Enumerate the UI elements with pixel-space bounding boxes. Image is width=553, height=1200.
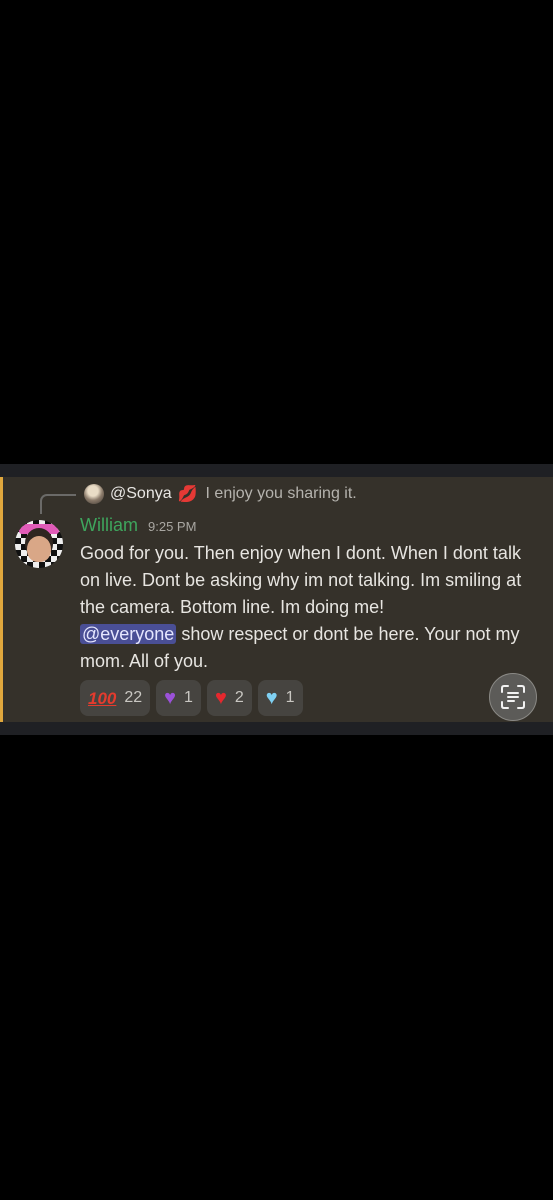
avatar[interactable] bbox=[15, 520, 63, 568]
text-scan-icon bbox=[501, 685, 525, 709]
reaction-count: 22 bbox=[124, 689, 143, 706]
purple-heart-icon: ♥ bbox=[164, 687, 177, 709]
reply-author[interactable]: @Sonya bbox=[110, 485, 172, 503]
reaction-count: 2 bbox=[234, 689, 244, 706]
kiss-mark-icon: 💋 bbox=[177, 486, 198, 503]
reaction-purple-heart[interactable]: ♥ 1 bbox=[156, 680, 201, 716]
message-header: William 9:25 PM bbox=[80, 515, 196, 536]
reaction-count: 1 bbox=[184, 689, 193, 706]
reaction-hundred[interactable]: 100 22 bbox=[80, 680, 151, 716]
message-author[interactable]: William bbox=[80, 515, 138, 536]
reactions-bar: 100 22 ♥ 1 ♥ 2 ♥ 1 bbox=[80, 680, 303, 716]
everyone-mention[interactable]: @everyone bbox=[80, 624, 177, 644]
message-content: Good for you. Then enjoy when I dont. Wh… bbox=[80, 540, 530, 675]
light-blue-heart-icon: ♥ bbox=[265, 687, 278, 709]
message-timestamp: 9:25 PM bbox=[148, 519, 197, 534]
mention-highlight-bar bbox=[0, 477, 3, 722]
reaction-red-heart[interactable]: ♥ 2 bbox=[206, 680, 252, 716]
reaction-light-blue-heart[interactable]: ♥ 1 bbox=[257, 680, 303, 716]
message-item[interactable]: @Sonya 💋 I enjoy you sharing it. William… bbox=[0, 477, 553, 722]
text-scan-button[interactable] bbox=[489, 673, 537, 721]
red-heart-icon: ♥ bbox=[214, 687, 227, 709]
reply-preview-text[interactable]: I enjoy you sharing it. bbox=[206, 485, 357, 503]
message-text: Good for you. Then enjoy when I dont. Wh… bbox=[80, 543, 522, 617]
top-divider-strip bbox=[0, 464, 553, 477]
reply-avatar[interactable] bbox=[84, 484, 104, 504]
reaction-count: 1 bbox=[285, 689, 295, 706]
bottom-divider-strip bbox=[0, 722, 553, 735]
reply-connector bbox=[40, 494, 76, 514]
reply-reference[interactable]: @Sonya 💋 I enjoy you sharing it. bbox=[84, 483, 357, 505]
hundred-points-icon: 100 bbox=[88, 688, 117, 708]
